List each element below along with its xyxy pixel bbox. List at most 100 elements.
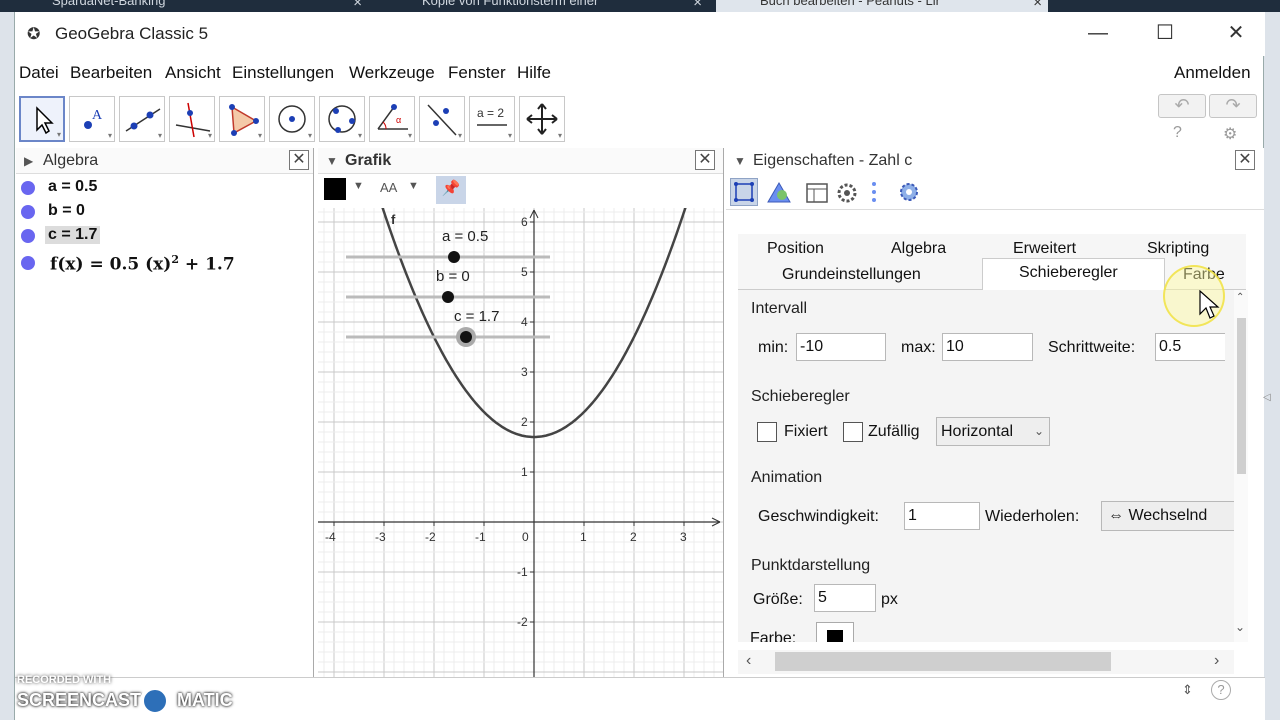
conic-tool-icon[interactable]: ▾ bbox=[319, 96, 365, 142]
close-icon[interactable]: × bbox=[693, 0, 702, 10]
close-icon[interactable]: ✕ bbox=[695, 150, 715, 170]
y-tick-label: 2 bbox=[521, 415, 528, 429]
chevron-down-icon[interactable]: ▼ bbox=[408, 180, 419, 192]
tool-bar: ▾ A ▾ ▾ ▾ ▾ ▾ ▾ α ▾ ▾ a = 2 ▾ ▾ bbox=[15, 92, 1265, 148]
scroll-down-icon[interactable]: ⌄ bbox=[1235, 620, 1245, 634]
scroll-right-icon[interactable]: › bbox=[1214, 652, 1219, 670]
algebra-item-f[interactable]: f(x) = 0.5 (x)2 + 1.7 bbox=[16, 251, 308, 281]
algebra-expression: b = 0 bbox=[48, 202, 85, 219]
menu-werkzeuge[interactable]: Werkzeuge bbox=[349, 63, 435, 83]
graphics-header: ▼ Grafik ✕ bbox=[318, 148, 723, 174]
objects-icon[interactable] bbox=[730, 178, 758, 206]
browser-tab[interactable]: SpardaNet-Banking × bbox=[38, 0, 368, 12]
tab-skripting[interactable]: Skripting bbox=[1147, 240, 1209, 258]
advanced-settings-icon[interactable] bbox=[896, 179, 922, 210]
slider-label: b = 0 bbox=[436, 268, 470, 285]
menu-hilfe[interactable]: Hilfe bbox=[517, 63, 551, 83]
scrollbar-thumb[interactable] bbox=[775, 652, 1111, 671]
scrollbar-thumb[interactable] bbox=[1237, 318, 1246, 474]
speed-input[interactable]: 1 bbox=[904, 502, 980, 530]
menu-einstellungen[interactable]: Einstellungen bbox=[232, 63, 334, 83]
close-icon[interactable]: ✕ bbox=[1235, 150, 1255, 170]
menu-ansicht[interactable]: Ansicht bbox=[165, 63, 221, 83]
scroll-up-icon[interactable]: ⌃ bbox=[1236, 292, 1244, 303]
redo-button[interactable]: ↷ bbox=[1209, 94, 1257, 118]
move-tool-icon[interactable]: ▾ bbox=[19, 96, 65, 142]
horizontal-scrollbar[interactable]: ‹ › bbox=[738, 650, 1234, 674]
svg-text:A: A bbox=[92, 108, 103, 123]
font-size-button[interactable]: AA bbox=[380, 180, 397, 195]
expand-panel-icon[interactable]: ◁ bbox=[1263, 392, 1271, 403]
step-input[interactable]: 0.5 bbox=[1155, 333, 1225, 361]
input-bar: ⇕ ? RECORDED WITH SCREENCAST MATIC bbox=[15, 674, 1265, 720]
collapse-icon[interactable]: ▼ bbox=[734, 154, 746, 168]
vertical-scrollbar[interactable]: ⌄ ⌃ bbox=[1234, 290, 1248, 642]
size-input[interactable]: 5 bbox=[814, 584, 876, 612]
login-link[interactable]: Anmelden bbox=[1174, 63, 1251, 83]
slider-tool-icon[interactable]: a = 2 ▾ bbox=[469, 96, 515, 142]
close-icon[interactable]: × bbox=[353, 0, 362, 10]
max-input[interactable]: 10 bbox=[942, 333, 1033, 361]
graphics-canvas[interactable]: -4 -3 -2 -1 0 1 2 3 6 5 4 3 2 1 -1 -2 f a = 0.5 b = 0 c = 1… bbox=[318, 208, 724, 684]
repeat-select[interactable]: ⇔ Wechselnd bbox=[1101, 501, 1234, 531]
visibility-toggle[interactable] bbox=[21, 256, 35, 270]
move-view-tool-icon[interactable]: ▾ bbox=[519, 96, 565, 142]
help-icon[interactable]: ? bbox=[1173, 124, 1182, 142]
pin-icon[interactable]: 📌 bbox=[436, 176, 466, 204]
reflect-tool-icon[interactable]: ▾ bbox=[419, 96, 465, 142]
browser-tab[interactable]: Kopie von Funktionsterm einer × bbox=[378, 0, 708, 12]
chevron-updown-icon[interactable]: ⇕ bbox=[1182, 682, 1193, 698]
tab-algebra[interactable]: Algebra bbox=[891, 240, 946, 258]
layout-icon[interactable] bbox=[804, 180, 830, 211]
orientation-select[interactable]: Horizontal ⌄ bbox=[936, 417, 1050, 446]
collapse-icon[interactable]: ▼ bbox=[326, 154, 338, 168]
tab-grundeinstellungen[interactable]: Grundeinstellungen bbox=[782, 266, 921, 284]
close-icon[interactable]: ✕ bbox=[289, 150, 309, 170]
algebra-item-b[interactable]: b = 0 bbox=[16, 200, 308, 224]
tab-position[interactable]: Position bbox=[767, 240, 824, 258]
graphics-settings-icon[interactable] bbox=[766, 180, 792, 211]
slider-label: c = 1.7 bbox=[454, 308, 499, 325]
help-icon[interactable]: ? bbox=[1211, 680, 1231, 700]
visibility-toggle[interactable] bbox=[21, 181, 35, 195]
algebra-item-c[interactable]: c = 1.7 bbox=[16, 224, 308, 248]
algebra-item-a[interactable]: a = 0.5 bbox=[16, 176, 308, 200]
undo-button[interactable]: ↶ bbox=[1158, 94, 1206, 118]
random-checkbox[interactable] bbox=[843, 422, 863, 442]
function-label: f bbox=[391, 212, 396, 227]
close-window-button[interactable]: ✕ bbox=[1213, 20, 1259, 50]
menu-bearbeiten[interactable]: Bearbeiten bbox=[70, 63, 152, 83]
maximize-button[interactable]: ☐ bbox=[1142, 20, 1188, 50]
perpendicular-tool-icon[interactable]: ▾ bbox=[169, 96, 215, 142]
gear-icon[interactable]: ⚙ bbox=[1223, 124, 1237, 144]
close-icon[interactable]: × bbox=[1033, 0, 1042, 10]
circle-tool-icon[interactable]: ▾ bbox=[269, 96, 315, 142]
collapse-icon[interactable]: ▶ bbox=[24, 154, 33, 168]
tab-schieberegler-active[interactable]: Schieberegler bbox=[982, 258, 1165, 290]
x-tick-label: 3 bbox=[680, 530, 687, 544]
scroll-left-icon[interactable]: ‹ bbox=[746, 652, 751, 670]
fixed-checkbox[interactable] bbox=[757, 422, 777, 442]
menu-datei[interactable]: Datei bbox=[19, 63, 59, 83]
minimize-button[interactable]: — bbox=[1075, 20, 1121, 50]
settings-cog-icon[interactable] bbox=[834, 180, 860, 211]
more-icon[interactable] bbox=[871, 180, 877, 204]
line-tool-icon[interactable]: ▾ bbox=[119, 96, 165, 142]
color-swatch[interactable] bbox=[324, 178, 346, 200]
point-tool-icon[interactable]: A ▾ bbox=[69, 96, 115, 142]
tab-erweitert[interactable]: Erweitert bbox=[1013, 240, 1076, 258]
angle-tool-icon[interactable]: α ▾ bbox=[369, 96, 415, 142]
slider-knob bbox=[448, 251, 460, 263]
color-button[interactable] bbox=[816, 622, 854, 642]
size-label: Größe: bbox=[753, 591, 803, 608]
chevron-down-icon[interactable]: ▼ bbox=[353, 180, 364, 192]
visibility-toggle[interactable] bbox=[21, 205, 35, 219]
x-tick-label: 2 bbox=[630, 530, 637, 544]
graphics-title: Grafik bbox=[345, 152, 392, 169]
polygon-tool-icon[interactable]: ▾ bbox=[219, 96, 265, 142]
menu-fenster[interactable]: Fenster bbox=[448, 63, 506, 83]
min-input[interactable]: -10 bbox=[796, 333, 886, 361]
color-label: Farbe: bbox=[750, 630, 797, 642]
visibility-toggle[interactable] bbox=[21, 229, 35, 243]
browser-tab-active[interactable]: Buch bearbeiten - Peanuts - Lir × bbox=[716, 0, 1048, 12]
